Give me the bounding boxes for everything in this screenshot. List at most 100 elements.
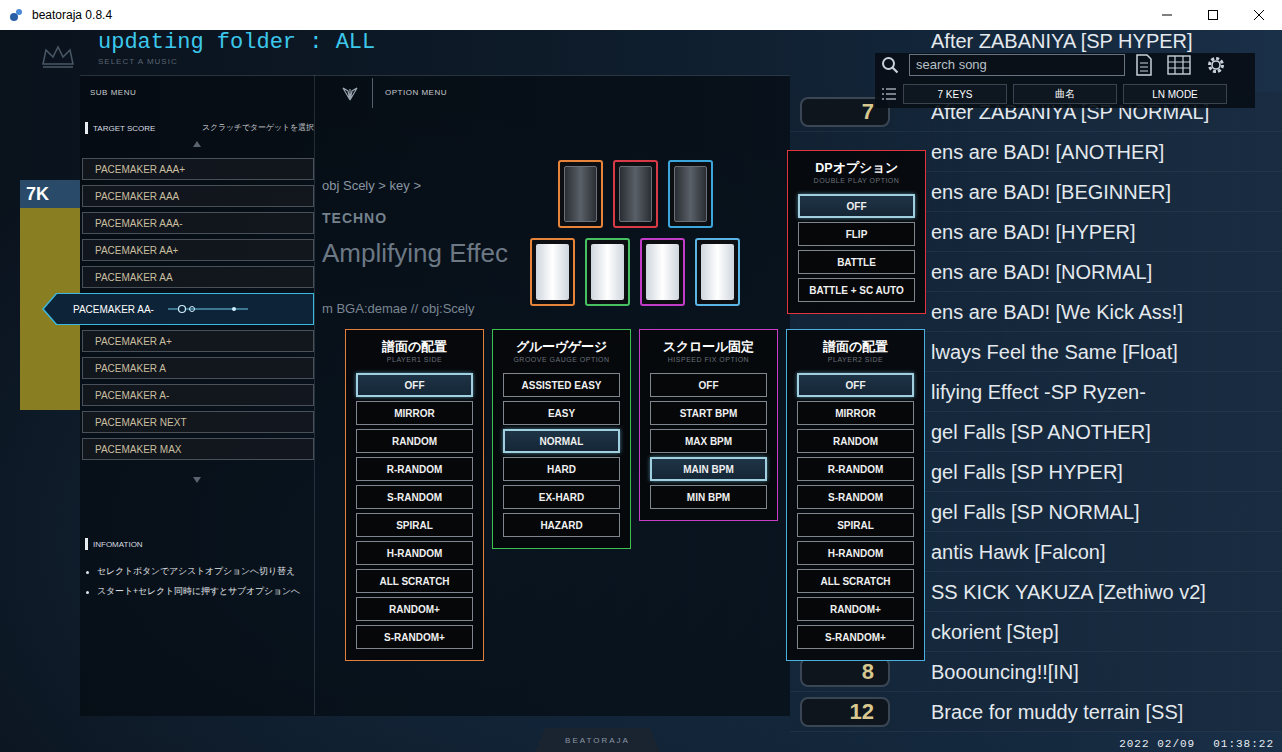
- option-button[interactable]: OFF: [798, 194, 915, 218]
- scroll-up-icon[interactable]: [192, 140, 202, 148]
- option-button[interactable]: MIRROR: [356, 401, 473, 425]
- song-title: Brace for muddy terrain [SS]: [925, 701, 1183, 723]
- gear-icon[interactable]: [1205, 54, 1227, 76]
- option-button[interactable]: S-RANDOM: [797, 485, 914, 509]
- crown-icon: [40, 44, 76, 70]
- target-item[interactable]: PACEMAKER AA: [82, 266, 314, 288]
- screen-subtitle: SELECT A MUSIC: [98, 57, 375, 66]
- scroll-down-icon[interactable]: [192, 476, 202, 484]
- date-label: 2022 02/09: [1119, 738, 1195, 750]
- option-button[interactable]: HARD: [503, 457, 620, 481]
- document-icon[interactable]: [1135, 54, 1153, 76]
- option-button[interactable]: OFF: [797, 373, 914, 397]
- option-button[interactable]: OFF: [650, 373, 767, 397]
- selection-slider-icon: [168, 304, 248, 314]
- song-row[interactable]: 12 Brace for muddy terrain [SS]: [790, 692, 1282, 732]
- song-info: obj Scely > key > TECHNO Amplifying Effe…: [322, 176, 508, 318]
- target-score-title: TARGET SCORE: [93, 124, 155, 133]
- option-button[interactable]: OFF: [356, 373, 473, 397]
- sort-tab[interactable]: 曲名: [1013, 84, 1117, 104]
- option-button[interactable]: FLIP: [798, 222, 915, 246]
- wing-icon: [340, 85, 360, 101]
- song-title: antis Hawk [Falcon]: [925, 541, 1106, 563]
- window-controls: [1144, 0, 1282, 30]
- maximize-button[interactable]: [1190, 0, 1236, 30]
- option-panel: スクロール固定 HISPEED FIX OPTION OFFSTART BPMM…: [639, 329, 778, 521]
- sub-menu: SUB MENU TARGET SCORE スクラッチでターゲットを選択 PAC…: [80, 75, 315, 715]
- sub-menu-label: SUB MENU: [80, 75, 314, 110]
- time-label: 01:38:22: [1213, 738, 1274, 750]
- white-key: [530, 238, 575, 306]
- option-button[interactable]: NORMAL: [503, 429, 620, 453]
- option-button[interactable]: S-RANDOM: [356, 485, 473, 509]
- option-button[interactable]: SPIRAL: [797, 513, 914, 537]
- white-key: [695, 238, 740, 306]
- song-title: ens are BAD! [NORMAL]: [925, 261, 1152, 283]
- target-item[interactable]: PACEMAKER MAX: [82, 438, 314, 460]
- level-badge: 12: [800, 697, 890, 727]
- close-button[interactable]: [1236, 0, 1282, 30]
- sort-tab[interactable]: LN MODE: [1123, 84, 1227, 104]
- option-button[interactable]: HAZARD: [503, 513, 620, 537]
- option-button[interactable]: SPIRAL: [356, 513, 473, 537]
- clock: 2022 02/09 01:38:22: [1119, 738, 1274, 750]
- list-icon[interactable]: [881, 87, 897, 101]
- panel-title: DPオプション: [815, 161, 897, 175]
- option-button[interactable]: RANDOM+: [797, 597, 914, 621]
- option-panel: グルーヴゲージ GROOVE GAUGE OPTION ASSISTED EAS…: [492, 329, 631, 549]
- search-field[interactable]: [909, 54, 1125, 76]
- song-row[interactable]: After ZABANIYA [SP HYPER]: [790, 30, 1282, 52]
- option-button[interactable]: H-RANDOM: [356, 541, 473, 565]
- option-button[interactable]: MAX BPM: [650, 429, 767, 453]
- option-button[interactable]: S-RANDOM+: [797, 625, 914, 649]
- information-list: セレクトボタンでアシストオプションへ切り替えスタート+セレクト同時に押すとサブオ…: [80, 562, 314, 602]
- target-item[interactable]: PACEMAKER AAA+: [82, 158, 314, 180]
- option-button[interactable]: START BPM: [650, 401, 767, 425]
- option-button[interactable]: RANDOM: [356, 429, 473, 453]
- option-button[interactable]: BATTLE + SC AUTO: [798, 278, 915, 302]
- grid-icon[interactable]: [1167, 55, 1191, 75]
- option-button[interactable]: MAIN BPM: [650, 457, 767, 481]
- option-button[interactable]: ASSISTED EASY: [503, 373, 620, 397]
- option-button[interactable]: MIRROR: [797, 401, 914, 425]
- option-button[interactable]: ALL SCRATCH: [356, 569, 473, 593]
- option-panels: DPオプション DOUBLE PLAY OPTION OFFFLIPBATTLE…: [345, 150, 926, 661]
- black-key: [613, 160, 658, 228]
- white-key: [585, 238, 630, 306]
- song-title: lways Feel the Same [Float]: [925, 341, 1178, 363]
- panel-subtitle: PLAYER1 SIDE: [387, 356, 442, 364]
- target-item[interactable]: PACEMAKER AA+: [82, 239, 314, 261]
- search-icon: [881, 56, 899, 74]
- information-header: INFOMATION: [80, 536, 314, 552]
- option-button[interactable]: R-RANDOM: [797, 457, 914, 481]
- song-title: Booouncing!![IN]: [925, 661, 1079, 683]
- sort-tab[interactable]: 7 KEYS: [903, 84, 1007, 104]
- minimize-icon: [1161, 9, 1173, 21]
- target-item[interactable]: PACEMAKER AAA-: [82, 212, 314, 234]
- song-title: ens are BAD! [We Kick Ass!]: [925, 301, 1183, 323]
- option-button[interactable]: RANDOM+: [356, 597, 473, 621]
- option-button[interactable]: R-RANDOM: [356, 457, 473, 481]
- option-button[interactable]: EASY: [503, 401, 620, 425]
- minimize-button[interactable]: [1144, 0, 1190, 30]
- target-hint: スクラッチでターゲットを選択: [202, 123, 314, 133]
- option-button[interactable]: MIN BPM: [650, 485, 767, 509]
- song-title: ens are BAD! [BEGINNER]: [925, 181, 1171, 203]
- target-item[interactable]: PACEMAKER A-: [82, 384, 314, 406]
- song-title: SS KICK YAKUZA [Zethiwo v2]: [925, 581, 1206, 603]
- target-item[interactable]: PACEMAKER NEXT: [82, 411, 314, 433]
- song-credit: m BGA:demae // obj:Scely: [322, 300, 508, 318]
- option-button[interactable]: RANDOM: [797, 429, 914, 453]
- target-item[interactable]: PACEMAKER AA-: [42, 293, 314, 325]
- option-panel: 譜面の配置 PLAYER1 SIDE OFFMIRRORRANDOMR-RAND…: [345, 329, 484, 661]
- option-button[interactable]: ALL SCRATCH: [797, 569, 914, 593]
- black-key: [668, 160, 713, 228]
- option-button[interactable]: H-RANDOM: [797, 541, 914, 565]
- target-item[interactable]: PACEMAKER A+: [82, 330, 314, 352]
- option-button[interactable]: S-RANDOM+: [356, 625, 473, 649]
- target-item[interactable]: PACEMAKER A: [82, 357, 314, 379]
- search-panel: 7 KEYS 曲名 LN MODE: [875, 53, 1255, 108]
- target-item[interactable]: PACEMAKER AAA: [82, 185, 314, 207]
- option-button[interactable]: EX-HARD: [503, 485, 620, 509]
- option-button[interactable]: BATTLE: [798, 250, 915, 274]
